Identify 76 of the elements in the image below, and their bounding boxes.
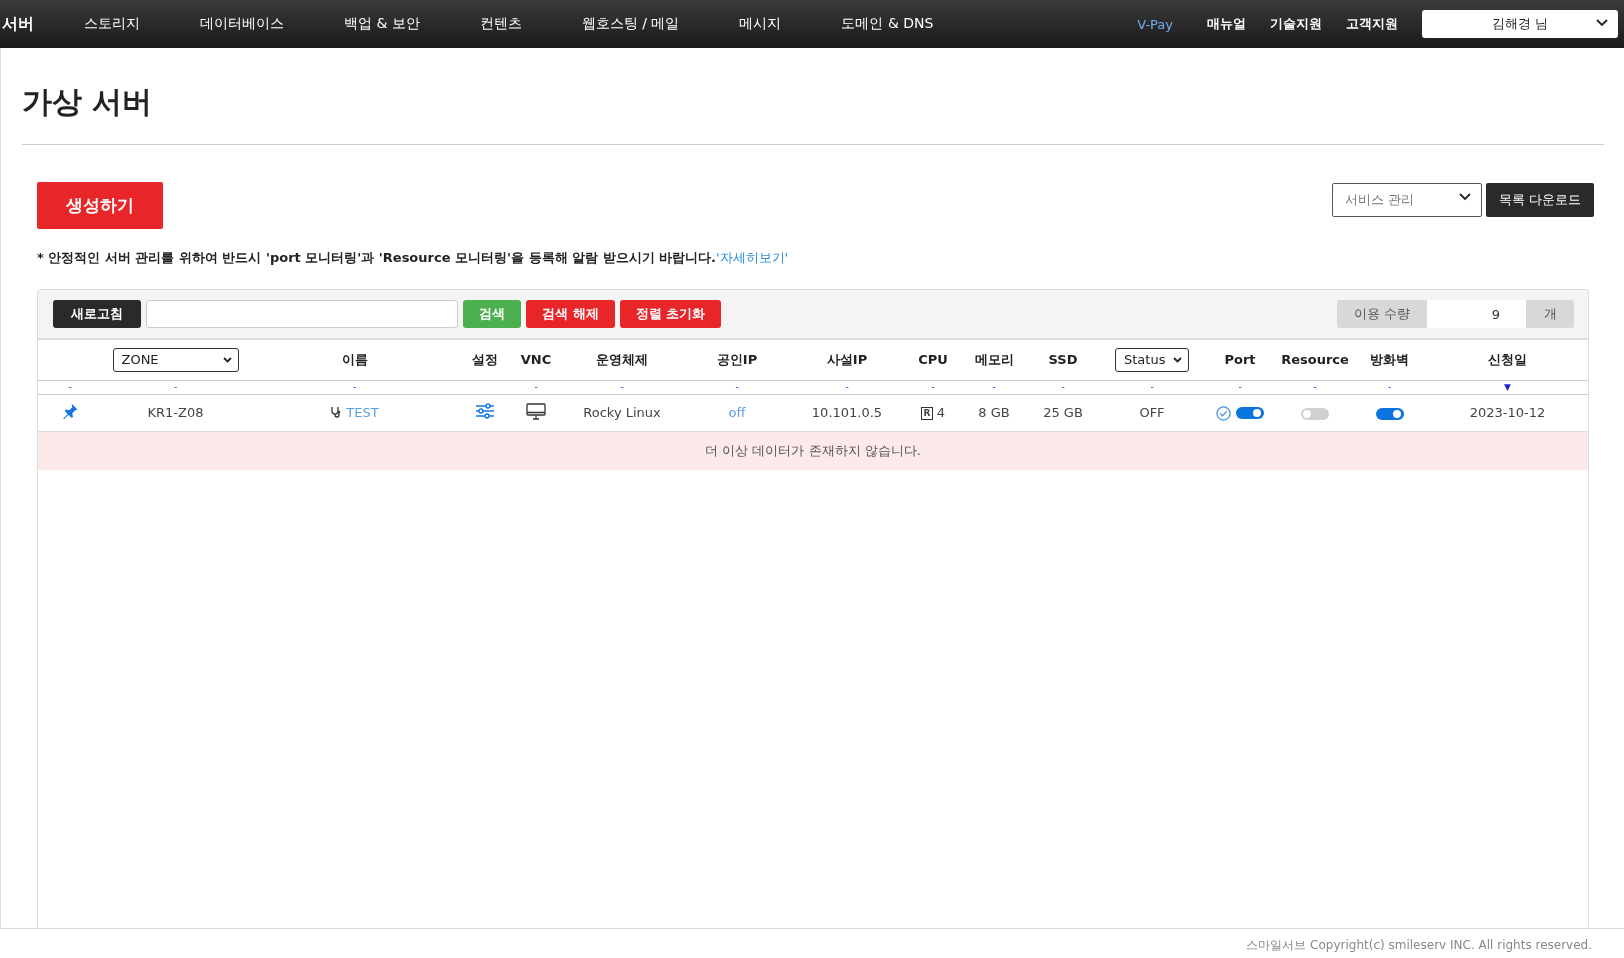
user-dropdown[interactable]: 김해경 님 xyxy=(1422,10,1618,38)
caret-icon xyxy=(1173,356,1182,363)
page-title: 가상 서버 xyxy=(22,84,154,120)
nav-tab[interactable]: 데이터베이스 xyxy=(200,15,284,33)
column-header[interactable]: CPU xyxy=(918,352,948,368)
sort-indicator[interactable]: - xyxy=(1238,382,1242,392)
copyright-text: 스마일서브 Copyright(c) smileserv INC. All rights reserved. xyxy=(0,928,1624,958)
column-header[interactable]: 설정 xyxy=(472,351,498,367)
column-header[interactable]: 신청일 xyxy=(1488,351,1527,367)
column-filter-dropdown[interactable]: Status xyxy=(1115,347,1189,372)
chevron-down-icon xyxy=(1596,19,1608,27)
zone-text: KR1-Z08 xyxy=(147,405,204,420)
column-header[interactable]: VNC xyxy=(520,352,552,368)
nav-tab[interactable]: 스토리지 xyxy=(84,15,140,33)
column-header[interactable]: 이름 xyxy=(341,351,368,367)
column-header[interactable]: 운영체제 xyxy=(596,351,648,367)
port-toggle[interactable] xyxy=(1236,407,1264,419)
nav-tab[interactable]: 웹호스팅 / 메일 xyxy=(581,15,680,33)
memory-text: 8 GB xyxy=(978,405,1010,420)
sort-indicator[interactable]: - xyxy=(1061,382,1065,392)
column-filter-dropdown[interactable]: ZONE xyxy=(112,347,239,372)
nav-link[interactable]: 매뉴얼 xyxy=(1207,15,1246,33)
sort-indicator[interactable]: - xyxy=(735,382,739,392)
notice-text: * 안정적인 서버 관리를 위하여 반드시 'port 모니터링'과 'Resource 모니터링'을 등록해 알람 받으시기 바랍니다.'자세히보기' xyxy=(37,249,790,267)
nav-tab[interactable]: 메시지 xyxy=(739,15,782,33)
sort-indicator[interactable]: - xyxy=(352,382,357,392)
nav-link[interactable]: V-Pay xyxy=(1137,16,1173,32)
sort-indicator[interactable]: - xyxy=(931,382,935,392)
sort-indicator[interactable]: - xyxy=(173,382,178,392)
create-button[interactable]: 생성하기 xyxy=(37,182,163,229)
date-text: 2023-10-12 xyxy=(1469,405,1546,420)
pin-icon[interactable] xyxy=(61,402,79,420)
os-text: Rocky Linux xyxy=(583,405,661,420)
column-header[interactable]: 공인IP xyxy=(716,351,758,367)
service-dropdown[interactable]: 서비스 관리 xyxy=(1331,182,1482,217)
chevron-down-icon xyxy=(1458,192,1471,201)
sort-indicator[interactable]: - xyxy=(620,382,624,392)
resource-toggle[interactable] xyxy=(1301,407,1329,420)
empty-message: 더 이상 데이터가 존재하지 않습니다. xyxy=(38,431,1588,470)
nav-tab[interactable]: 도메인 & DNS xyxy=(841,15,934,33)
sliders-icon[interactable] xyxy=(475,403,495,419)
nav-link[interactable]: 기술지원 xyxy=(1270,15,1322,33)
nav-tab[interactable]: 컨텐츠 xyxy=(479,15,522,33)
sort-indicator[interactable]: - xyxy=(992,382,996,392)
status-text: OFF xyxy=(1139,405,1165,420)
download-list-button[interactable]: 목록 다운로드 xyxy=(1485,182,1594,217)
cpu-count-text: 4 xyxy=(936,405,946,420)
sort-indicator[interactable]: - xyxy=(68,382,72,392)
sort-indicator[interactable]: - xyxy=(1313,382,1317,392)
column-header[interactable]: 사설IP xyxy=(826,351,868,367)
firewall-toggle[interactable] xyxy=(1375,407,1404,420)
ssd-text: 25 GB xyxy=(1043,405,1083,420)
refresh-button[interactable]: 새로고침 xyxy=(53,300,141,328)
nav-tab[interactable]: 서버 xyxy=(2,13,34,35)
sort-indicator[interactable]: - xyxy=(845,382,849,392)
column-header[interactable]: Port xyxy=(1224,352,1256,368)
column-header[interactable]: 메모리 xyxy=(974,351,1014,367)
cpu-type-badge: R xyxy=(920,407,933,420)
sort-indicator[interactable]: - xyxy=(534,382,538,392)
sort-indicator[interactable]: - xyxy=(1387,382,1392,392)
search-field[interactable] xyxy=(146,300,458,328)
reset-sort-button[interactable]: 정렬 초기화 xyxy=(619,300,722,328)
sort-indicator[interactable]: ▼ xyxy=(1504,382,1511,392)
column-header[interactable]: SSD xyxy=(1048,352,1078,368)
column-header[interactable]: Resource xyxy=(1281,352,1349,368)
caret-icon xyxy=(222,356,232,363)
monitor-icon[interactable] xyxy=(526,402,546,420)
usage-count-field: 이용 수량 9 개 xyxy=(1336,300,1574,328)
private-ip-text: 10.101.0.5 xyxy=(811,405,883,420)
stethoscope-icon xyxy=(330,406,343,418)
clear-search-button[interactable]: 검색 해제 xyxy=(526,300,615,328)
nav-link[interactable]: 고객지원 xyxy=(1346,15,1398,33)
sort-indicator[interactable]: - xyxy=(1150,382,1154,392)
details-link[interactable]: '자세히보기' xyxy=(716,250,789,265)
nav-tab[interactable]: 백업 & 보안 xyxy=(344,15,420,33)
column-header[interactable]: 방화벽 xyxy=(1370,351,1409,367)
